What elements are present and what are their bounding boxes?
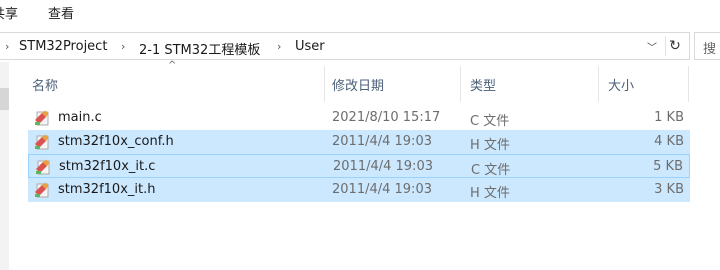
table-row[interactable]: stm32f10x_it.h 2011/4/4 19:03 H 文件 3 KB — [28, 178, 690, 202]
chevron-down-icon[interactable]: ﹀ — [647, 39, 657, 54]
file-type: H 文件 — [470, 186, 510, 201]
scrollbar-thumb[interactable] — [0, 88, 9, 110]
column-header-name[interactable]: 名称 — [32, 75, 58, 94]
address-row: › STM32Project › 2-1 STM32工程模板 › User ﹀ … — [0, 30, 720, 62]
search-input[interactable]: 搜 — [694, 32, 720, 60]
table-row[interactable]: stm32f10x_it.c 2011/4/4 19:03 C 文件 5 KB — [28, 154, 690, 178]
column-header-row: ^ 名称 修改日期 类型 大小 — [20, 60, 720, 102]
tab-share[interactable]: 共享 — [0, 3, 18, 22]
ribbon: 共享 查看 — [0, 0, 720, 30]
file-type: C 文件 — [471, 163, 511, 178]
address-bar[interactable]: › STM32Project › 2-1 STM32工程模板 › User ﹀ … — [0, 32, 690, 60]
file-name: stm32f10x_conf.h — [58, 134, 174, 149]
file-type: H 文件 — [470, 138, 510, 153]
column-divider[interactable] — [598, 66, 599, 102]
column-header-type[interactable]: 类型 — [470, 75, 496, 94]
file-size: 1 KB — [654, 110, 684, 125]
column-header-date[interactable]: 修改日期 — [332, 75, 384, 94]
breadcrumb-separator: › — [5, 40, 10, 53]
file-name: stm32f10x_it.h — [58, 182, 156, 197]
code-file-icon — [36, 159, 50, 175]
breadcrumb-project-template[interactable]: 2-1 STM32工程模板 — [139, 39, 260, 58]
column-header-size[interactable]: 大小 — [608, 75, 634, 94]
file-date: 2021/8/10 15:17 — [332, 110, 441, 125]
file-size: 5 KB — [653, 159, 683, 174]
tab-view[interactable]: 查看 — [48, 3, 74, 22]
table-row[interactable]: stm32f10x_conf.h 2011/4/4 19:03 H 文件 4 K… — [28, 130, 690, 154]
code-file-icon — [35, 134, 49, 150]
search-placeholder: 搜 — [703, 42, 717, 57]
breadcrumb-stm32project[interactable]: STM32Project — [19, 39, 107, 54]
navigation-pane-scrollbar[interactable] — [0, 62, 9, 270]
code-file-icon — [35, 182, 49, 198]
file-name: main.c — [58, 110, 102, 125]
sort-ascending-icon: ^ — [168, 60, 177, 71]
file-date: 2011/4/4 19:03 — [332, 134, 432, 149]
breadcrumb-user[interactable]: User — [295, 39, 325, 54]
column-divider[interactable] — [324, 66, 325, 102]
file-date: 2011/4/4 19:03 — [332, 182, 432, 197]
table-row[interactable]: main.c 2021/8/10 15:17 C 文件 1 KB — [28, 106, 690, 130]
file-size: 3 KB — [654, 182, 684, 197]
column-divider[interactable] — [460, 66, 461, 102]
breadcrumb-separator[interactable]: › — [121, 40, 125, 53]
column-divider[interactable] — [688, 66, 689, 102]
file-name: stm32f10x_it.c — [59, 159, 156, 174]
code-file-icon — [35, 110, 49, 126]
file-size: 4 KB — [654, 134, 684, 149]
file-date: 2011/4/4 19:03 — [333, 159, 433, 174]
breadcrumb-separator[interactable]: › — [277, 40, 281, 53]
refresh-icon[interactable]: ↻ — [665, 36, 684, 56]
file-type: C 文件 — [470, 114, 510, 129]
